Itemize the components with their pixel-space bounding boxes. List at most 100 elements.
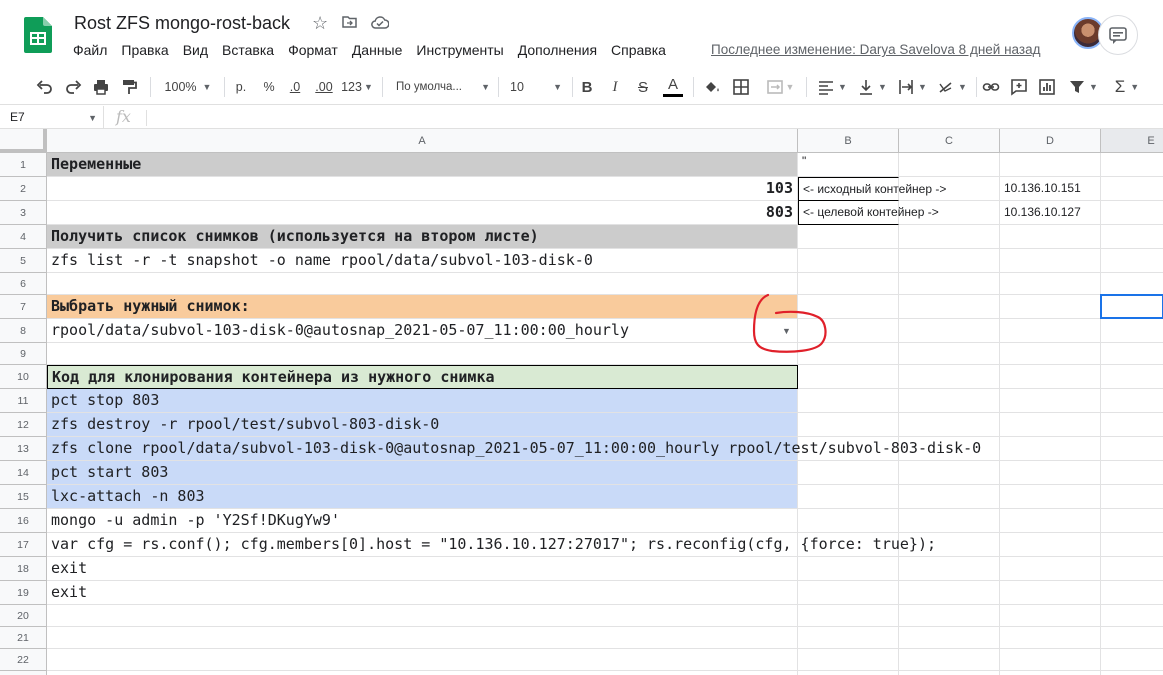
- cell-d3[interactable]: 10.136.10.127: [1000, 201, 1101, 225]
- insert-link-button[interactable]: [981, 76, 1001, 98]
- row-header-15[interactable]: 15: [0, 485, 47, 509]
- currency-button[interactable]: р.: [232, 76, 250, 98]
- filter-button[interactable]: ▼: [1065, 76, 1101, 98]
- menu-format[interactable]: Формат: [281, 40, 345, 60]
- paint-format-button[interactable]: [118, 76, 140, 98]
- cell-a2[interactable]: 103: [47, 177, 798, 201]
- row-header-22[interactable]: 22: [0, 649, 47, 671]
- cell-a16[interactable]: mongo -u admin -p 'Y2Sf!DKugYw9': [47, 509, 798, 533]
- italic-button[interactable]: I: [606, 76, 624, 98]
- star-icon[interactable]: ☆: [312, 13, 328, 34]
- undo-button[interactable]: [34, 76, 56, 98]
- title-bar: Rost ZFS mongo-rost-back ☆ Файл Правка В…: [0, 0, 1163, 68]
- row-header-21[interactable]: 21: [0, 627, 47, 649]
- row-header-17[interactable]: 17: [0, 533, 47, 557]
- row-header-18[interactable]: 18: [0, 557, 47, 581]
- row-header-2[interactable]: 2: [0, 177, 47, 201]
- column-header-e[interactable]: E: [1101, 129, 1163, 153]
- select-all-corner[interactable]: [0, 129, 47, 153]
- percent-button[interactable]: %: [260, 76, 278, 98]
- cell-a7[interactable]: Выбрать нужный снимок:: [47, 295, 798, 319]
- print-button[interactable]: [90, 76, 112, 98]
- formula-input[interactable]: [152, 106, 1152, 128]
- cell-a12[interactable]: zfs destroy -r rpool/test/subvol-803-dis…: [47, 413, 798, 437]
- document-title[interactable]: Rost ZFS mongo-rost-back: [74, 13, 290, 34]
- menu-edit[interactable]: Правка: [114, 40, 175, 60]
- cell-a5[interactable]: zfs list -r -t snapshot -o name rpool/da…: [47, 249, 798, 273]
- column-header-c[interactable]: C: [899, 129, 1000, 153]
- cell-b1[interactable]: ": [798, 153, 899, 177]
- row-header-4[interactable]: 4: [0, 225, 47, 249]
- sheets-logo-icon[interactable]: [24, 17, 52, 53]
- column-header-d[interactable]: D: [1000, 129, 1101, 153]
- move-folder-icon[interactable]: [342, 16, 357, 28]
- menu-view[interactable]: Вид: [176, 40, 215, 60]
- text-wrap-button[interactable]: ▼: [894, 76, 930, 98]
- cell-d2[interactable]: 10.136.10.151: [1000, 177, 1101, 201]
- row-header-13[interactable]: 13: [0, 437, 47, 461]
- more-formats-select[interactable]: 123 ▼: [341, 76, 373, 98]
- row-header-16[interactable]: 16: [0, 509, 47, 533]
- selected-cell-e7[interactable]: [1100, 294, 1163, 319]
- insert-comment-button[interactable]: [1009, 76, 1029, 98]
- row-header-6[interactable]: 6: [0, 273, 47, 295]
- cell-a1[interactable]: Переменные: [47, 153, 798, 177]
- row-header-7[interactable]: 7: [0, 295, 47, 319]
- functions-button[interactable]: Σ ▼: [1110, 76, 1144, 98]
- cell-a10[interactable]: Код для клонирования контейнера из нужно…: [47, 365, 798, 389]
- cell-a14[interactable]: pct start 803: [47, 461, 798, 485]
- cell-a17[interactable]: var cfg = rs.conf(); cfg.members[0].host…: [47, 533, 936, 557]
- cell-a13[interactable]: zfs clone rpool/data/subvol-103-disk-0@a…: [47, 437, 981, 461]
- menu-file[interactable]: Файл: [66, 40, 114, 60]
- font-family-select[interactable]: По умолча... ▼: [396, 76, 490, 98]
- insert-chart-button[interactable]: [1037, 76, 1057, 98]
- cell-b3[interactable]: <- целевой контейнер ->: [798, 201, 939, 225]
- menu-tools[interactable]: Инструменты: [409, 40, 510, 60]
- row-header-14[interactable]: 14: [0, 461, 47, 485]
- menu-data[interactable]: Данные: [345, 40, 410, 60]
- column-header-a[interactable]: A: [47, 129, 798, 153]
- row-header-3[interactable]: 3: [0, 201, 47, 225]
- merge-cells-button[interactable]: ▼: [760, 76, 800, 98]
- row-header-20[interactable]: 20: [0, 605, 47, 627]
- cell-a11[interactable]: pct stop 803: [47, 389, 798, 413]
- cell-a8-dropdown[interactable]: rpool/data/subvol-103-disk-0@autosnap_20…: [47, 319, 798, 343]
- row-header-11[interactable]: 11: [0, 389, 47, 413]
- bold-button[interactable]: B: [578, 76, 596, 98]
- text-color-button[interactable]: A: [662, 76, 684, 98]
- font-size-select[interactable]: 10 ▼: [510, 76, 562, 98]
- cell-a19[interactable]: exit: [47, 581, 798, 605]
- cell-b2[interactable]: <- исходный контейнер ->: [798, 177, 946, 201]
- name-box[interactable]: E7 ▼: [0, 106, 104, 129]
- row-header-23[interactable]: 23: [0, 671, 47, 675]
- cell-a18[interactable]: exit: [47, 557, 798, 581]
- row-header-19[interactable]: 19: [0, 581, 47, 605]
- fill-color-button[interactable]: [702, 76, 722, 98]
- menu-insert[interactable]: Вставка: [215, 40, 281, 60]
- zoom-select[interactable]: 100% ▼: [160, 76, 216, 98]
- text-rotation-button[interactable]: ▼: [934, 76, 970, 98]
- row-header-10[interactable]: 10: [0, 365, 47, 389]
- cloud-status-icon[interactable]: [371, 15, 389, 29]
- cell-a4[interactable]: Получить список снимков (используется на…: [47, 225, 798, 249]
- cell-a15[interactable]: lxc-attach -n 803: [47, 485, 798, 509]
- row-header-5[interactable]: 5: [0, 249, 47, 273]
- vertical-align-button[interactable]: ▼: [854, 76, 890, 98]
- borders-button[interactable]: [731, 76, 751, 98]
- row-header-1[interactable]: 1: [0, 153, 47, 177]
- row-header-12[interactable]: 12: [0, 413, 47, 437]
- cell-a3[interactable]: 803: [47, 201, 798, 225]
- redo-button[interactable]: [62, 76, 84, 98]
- dropdown-arrow-icon[interactable]: ▼: [782, 326, 791, 336]
- menu-help[interactable]: Справка: [604, 40, 673, 60]
- decrease-decimal-button[interactable]: .0: [285, 76, 305, 98]
- horizontal-align-button[interactable]: ▼: [814, 76, 850, 98]
- row-header-9[interactable]: 9: [0, 343, 47, 365]
- row-header-8[interactable]: 8: [0, 319, 47, 343]
- strikethrough-button[interactable]: S: [634, 76, 652, 98]
- comment-history-button[interactable]: [1098, 15, 1138, 55]
- increase-decimal-button[interactable]: .00: [312, 76, 336, 98]
- menu-addons[interactable]: Дополнения: [511, 40, 604, 60]
- last-edit-link[interactable]: Последнее изменение: Darya Savelova 8 дн…: [711, 42, 1040, 57]
- column-header-b[interactable]: B: [798, 129, 899, 153]
